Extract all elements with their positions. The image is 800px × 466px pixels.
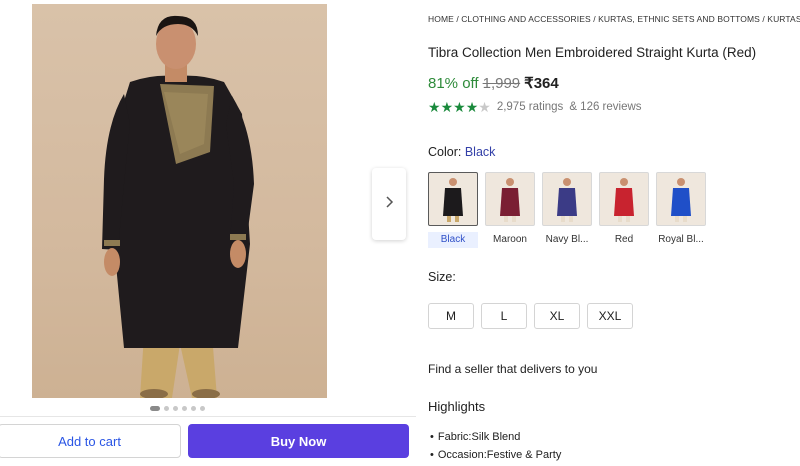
product-details: HOME / CLOTHING AND ACCESSORIES / KURTAS…: [428, 0, 800, 466]
swatch-label: Red: [614, 234, 634, 245]
color-option-red[interactable]: Red: [599, 172, 649, 248]
swatch-label: Royal Bl...: [658, 234, 704, 245]
product-image[interactable]: [32, 4, 327, 398]
model-in-kurta-image: [102, 15, 254, 398]
highlights-title: Highlights: [428, 399, 486, 414]
next-image-button[interactable]: [372, 168, 406, 240]
size-option-xxl[interactable]: XXL: [587, 303, 633, 329]
highlights-list: Fabric:Silk Blend Occasion:Festive & Par…: [430, 428, 562, 464]
size-option-m[interactable]: M: [428, 303, 474, 329]
color-option-royal-blue[interactable]: Royal Bl...: [656, 172, 706, 248]
highlight-item: Fabric:Silk Blend: [430, 428, 561, 446]
chevron-right-icon: [384, 195, 394, 213]
swatch-thumbnail: [485, 172, 535, 226]
divider: [0, 416, 416, 417]
gallery-pagination: [150, 406, 205, 411]
gallery-dot[interactable]: [164, 406, 169, 411]
gallery-dot[interactable]: [173, 406, 178, 411]
size-option-l[interactable]: L: [481, 303, 527, 329]
discount-percent: 81% off: [428, 75, 479, 92]
star-icon: ★: [453, 99, 466, 115]
size-label: Size:: [428, 270, 456, 284]
color-label: Color: Black: [428, 145, 495, 159]
color-label-text: Color:: [428, 145, 462, 159]
original-price: 1,999: [482, 75, 521, 92]
swatch-label: Black: [428, 232, 478, 248]
gallery-dot[interactable]: [200, 406, 205, 411]
swatch-thumbnail: [656, 172, 706, 226]
swatch-thumbnail: [542, 172, 592, 226]
swatch-thumbnail: [599, 172, 649, 226]
buy-now-button[interactable]: Buy Now: [188, 424, 409, 458]
star-icon: ★: [428, 99, 441, 115]
price-row: 81% off 1,999 ₹364: [428, 74, 559, 92]
rating-row[interactable]: ★ ★ ★ ★ ★ 2,975 ratings & 126 reviews: [428, 100, 642, 114]
product-gallery: Add to cart Buy Now: [0, 0, 416, 466]
breadcrumb[interactable]: HOME / CLOTHING AND ACCESSORIES / KURTAS…: [428, 14, 800, 24]
color-option-navy-blue[interactable]: Navy Bl...: [542, 172, 592, 248]
reviews-count: & 126 reviews: [569, 101, 642, 113]
selected-color: Black: [464, 145, 496, 159]
highlight-item: Occasion:Festive & Party: [430, 446, 562, 464]
gallery-dot[interactable]: [150, 406, 160, 411]
product-title: Tibra Collection Men Embroidered Straigh…: [428, 45, 757, 60]
add-to-cart-button[interactable]: Add to cart: [0, 424, 181, 458]
star-icon: ★: [465, 99, 479, 115]
size-options: M L XL XXL: [428, 303, 633, 329]
find-seller-link[interactable]: Find a seller that delivers to you: [428, 362, 597, 376]
color-swatches: Black Maroon Navy Bl... Red Royal Bl...: [428, 172, 706, 248]
star-icon: ★: [440, 99, 454, 115]
swatch-label: Maroon: [493, 234, 527, 245]
gallery-dot[interactable]: [182, 406, 187, 411]
gallery-dot[interactable]: [191, 406, 196, 411]
color-option-maroon[interactable]: Maroon: [485, 172, 535, 248]
ratings-count: 2,975 ratings: [496, 101, 564, 113]
star-icon: ★: [478, 99, 491, 115]
sale-price: ₹364: [524, 75, 559, 92]
size-option-xl[interactable]: XL: [534, 303, 580, 329]
color-option-black[interactable]: Black: [428, 172, 478, 248]
star-rating: ★ ★ ★ ★ ★: [428, 100, 491, 114]
swatch-thumbnail: [428, 172, 478, 226]
swatch-label: Navy Bl...: [545, 234, 589, 245]
